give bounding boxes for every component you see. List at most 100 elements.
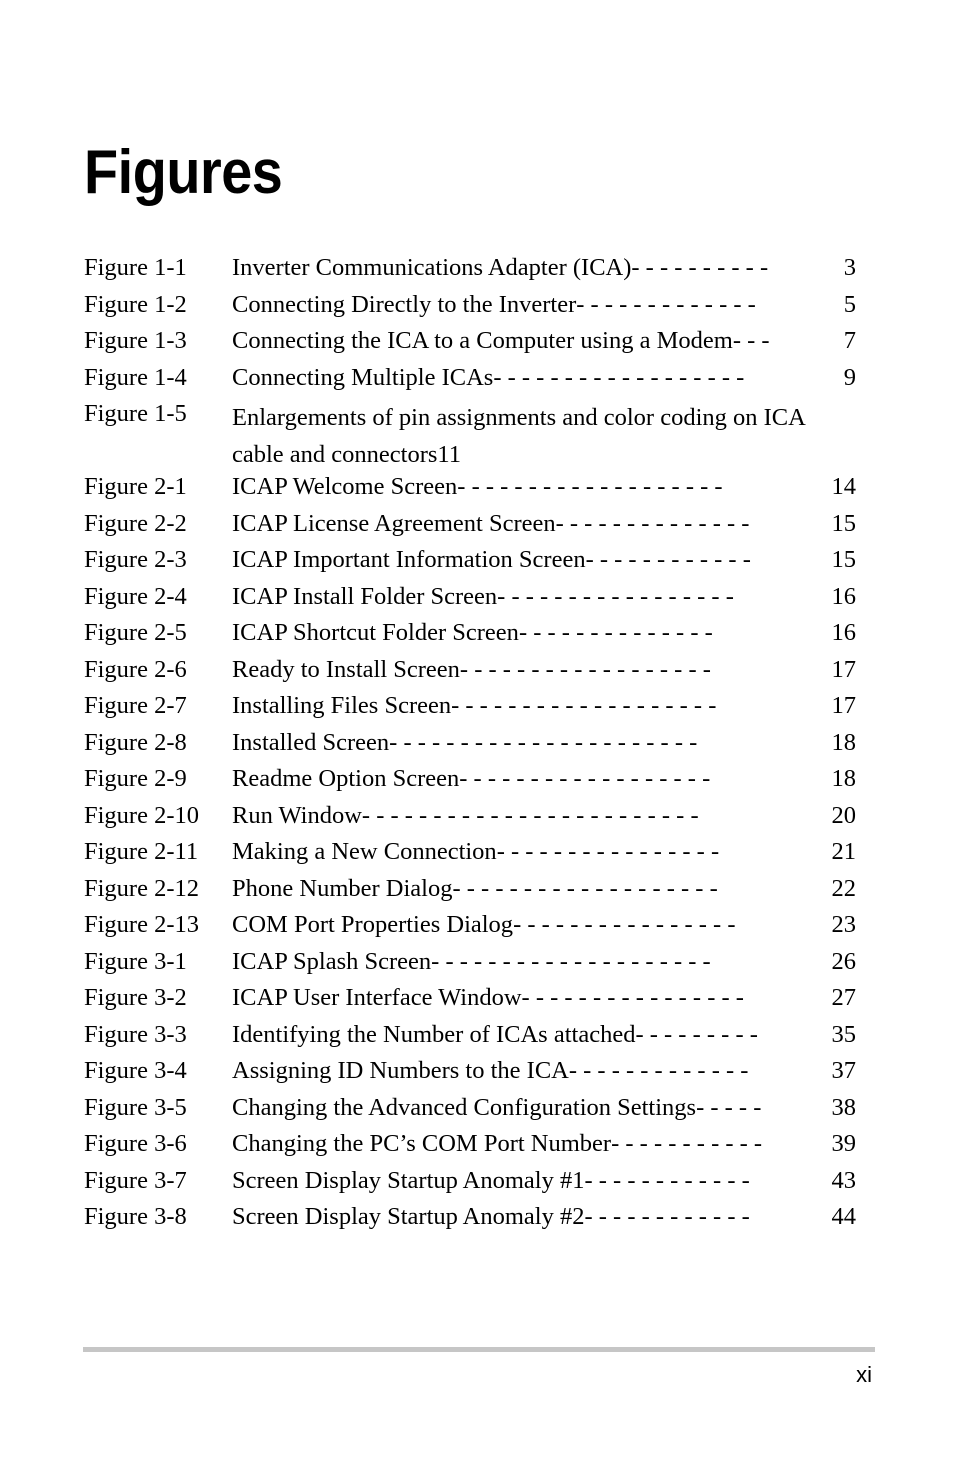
figure-entry-body: ICAP Splash Screen - - - - - - - - - - -… [232, 948, 856, 976]
figure-title: ICAP Shortcut Folder Screen [232, 619, 519, 646]
figure-title: Enlargements of pin assignments and colo… [232, 404, 805, 468]
figure-number-label: Figure 1-1 [84, 254, 187, 281]
figure-entry-body: Changing the PC’s COM Port Number - - - -… [232, 1130, 856, 1158]
figure-title: ICAP Splash Screen [232, 947, 432, 975]
figure-number-label: Figure 3-1 [84, 947, 187, 975]
dot-leader: - - - - - - - - - - - - [585, 546, 751, 573]
figure-list-item: Figure 1-3 Connecting the ICA to a Comput… [84, 327, 856, 364]
figure-page-number: 14 [831, 473, 857, 500]
dot-leader: - - - - - - - - - - - - - - - - [513, 911, 736, 938]
figure-entry-body: ICAP Important Information Screen - - - -… [232, 546, 856, 574]
figure-number-label: Figure 1-2 [84, 290, 187, 318]
figure-title: Connecting the ICA to a Computer using a… [232, 327, 733, 354]
figure-number-label: Figure 2-2 [84, 509, 187, 537]
figure-number-label: Figure 3-4 [84, 1057, 187, 1084]
dot-leader: - - - - - - - - - - - - [584, 1166, 750, 1194]
dot-leader: - - - - - - - - - - - - - - - - [521, 984, 744, 1011]
figures-list-page: Figures Figure 1-1 Inverter Communication… [0, 0, 954, 1475]
figure-page-number: 7 [843, 327, 856, 354]
figure-list-item: Figure 2-8 Installed Screen - - - - - - -… [84, 729, 856, 766]
figure-title: ICAP License Agreement Screen [232, 509, 556, 537]
figure-number-label: Figure 2-3 [84, 546, 187, 573]
figure-page-number: 37 [831, 1057, 857, 1084]
figure-page-number: 26 [831, 947, 857, 975]
figure-list-item: Figure 2-5 ICAP Shortcut Folder Screen - … [84, 619, 856, 656]
figure-title: Installed Screen [232, 728, 390, 756]
figure-title: Making a New Connection [232, 838, 497, 865]
figure-number-label: Figure 2-7 [84, 692, 187, 719]
figure-list-item: Figure 2-12 Phone Number Dialog - - - - - … [84, 875, 856, 912]
dot-leader: - - - - - - - - - - - - - - - - - - [493, 363, 745, 391]
figure-entry-body: Making a New Connection - - - - - - - - -… [232, 838, 856, 866]
dot-leader: - - - - - - - - - [635, 1020, 758, 1048]
figure-title: Run Window [232, 801, 362, 829]
dot-leader: - - - - - - - - - - - - - - [555, 509, 750, 537]
figure-entry-body: Ready to Install Screen - - - - - - - - … [232, 656, 856, 684]
dot-leader: - - - - - - - - - - - - - - - - - - - - … [361, 801, 699, 829]
figure-entry-body: Connecting Directly to the Inverter - - … [232, 291, 856, 319]
figure-page-number: 23 [831, 911, 857, 938]
figure-title: COM Port Properties Dialog [232, 911, 514, 938]
figure-page-number: 18 [831, 765, 857, 792]
figure-title: Screen Display Startup Anomaly #1 [232, 1166, 585, 1194]
dot-leader: - - - - - - - - - - - - [584, 1203, 750, 1230]
figure-list-item: Figure 3-1 ICAP Splash Screen - - - - - -… [84, 948, 856, 985]
dot-leader: - - - - - - - - - - [631, 254, 769, 281]
figure-list-item: Figure 2-2 ICAP License Agreement Screen -… [84, 510, 856, 547]
figure-title: Phone Number Dialog [232, 874, 453, 902]
figure-title: Installing Files Screen [232, 692, 452, 719]
figure-number-label: Figure 2-9 [84, 765, 187, 792]
figure-entry-body: ICAP Welcome Screen - - - - - - - - - - … [232, 473, 856, 501]
figure-entry-body: Assigning ID Numbers to the ICA - - - - -… [232, 1057, 856, 1085]
figure-number-label: Figure 2-4 [84, 582, 187, 610]
figure-page-number: 21 [831, 838, 857, 865]
figure-page-number: 17 [831, 655, 857, 683]
figure-page-number: 43 [831, 1166, 857, 1194]
dot-leader: - - - - - - - - - - - - - [568, 1057, 749, 1084]
figure-list-item: Figure 3-2 ICAP User Interface Window - - … [84, 984, 856, 1021]
page-title: Figures [84, 137, 283, 207]
figure-page-number: 16 [831, 582, 857, 610]
dot-leader: - - - - - - - - - - - - - - [518, 619, 713, 646]
dot-leader: - - - - - - - - - - - - - - - - - - - [457, 473, 723, 500]
figure-entry-body: ICAP Shortcut Folder Screen - - - - - - … [232, 619, 856, 647]
figure-entry-body: Connecting the ICA to a Computer using a… [232, 327, 856, 355]
figure-page-number: 39 [831, 1130, 857, 1157]
figure-entry-body: Phone Number Dialog - - - - - - - - - - -… [232, 875, 856, 903]
dot-leader: - - - - - - - - - - - - - - - - - - [459, 655, 711, 683]
figure-title: Inverter Communications Adapter (ICA) [232, 254, 632, 281]
figure-title: Assigning ID Numbers to the ICA [232, 1057, 569, 1084]
figure-entry-body: COM Port Properties Dialog - - - - - - - … [232, 911, 856, 939]
figure-entry-body: Installing Files Screen - - - - - - - - … [232, 692, 856, 720]
figure-number-label: Figure 2-6 [84, 655, 187, 683]
figure-list-item: Figure 2-3 ICAP Important Information Scr… [84, 546, 856, 583]
figure-number-label: Figure 2-13 [84, 911, 199, 938]
figure-list-item: Figure 1-5 Enlargements of pin assignment… [84, 400, 856, 473]
dot-leader: - - - - - - - - - - - - - - - - - - - - … [389, 728, 698, 756]
figure-title: ICAP Welcome Screen [232, 473, 458, 500]
figure-number-label: Figure 3-5 [84, 1093, 187, 1121]
figure-page-number: 22 [831, 874, 857, 902]
footer-divider [83, 1347, 875, 1352]
figure-page-number: 38 [831, 1093, 857, 1121]
figure-number-label: Figure 3-2 [84, 984, 187, 1011]
figure-entry-body: Inverter Communications Adapter (ICA) - … [232, 254, 856, 282]
figure-page-number: 27 [831, 984, 857, 1011]
figure-list-item: Figure 2-1 ICAP Welcome Screen - - - - - … [84, 473, 856, 510]
dot-leader: - - - - - - - - - - - - - - - - - - - [451, 692, 717, 719]
figure-list-item: Figure 3-7 Screen Display Startup Anomaly… [84, 1167, 856, 1204]
dot-leader: - - - - - - - - - - - - - - - - - - - [452, 874, 718, 902]
figure-page-number: 35 [831, 1020, 857, 1048]
figure-title: ICAP Important Information Screen [232, 546, 586, 573]
figure-number-label: Figure 1-5 [84, 400, 187, 427]
figure-title: ICAP User Interface Window [232, 984, 522, 1011]
figure-page-number: 44 [831, 1203, 857, 1230]
figure-list-item: Figure 1-2 Connecting Directly to the Inv… [84, 291, 856, 328]
figure-list-item: Figure 3-4 Assigning ID Numbers to the IC… [84, 1057, 856, 1094]
figure-page-number: 3 [843, 254, 856, 281]
figure-page-number: 17 [831, 692, 857, 719]
figure-entry-body: Readme Option Screen - - - - - - - - - -… [232, 765, 856, 793]
figure-entry-body: Screen Display Startup Anomaly #2- - - -… [232, 1203, 856, 1231]
figure-number-label: Figure 3-8 [84, 1203, 187, 1230]
figure-entry-body: Run Window - - - - - - - - - - - - - - -… [232, 802, 856, 830]
